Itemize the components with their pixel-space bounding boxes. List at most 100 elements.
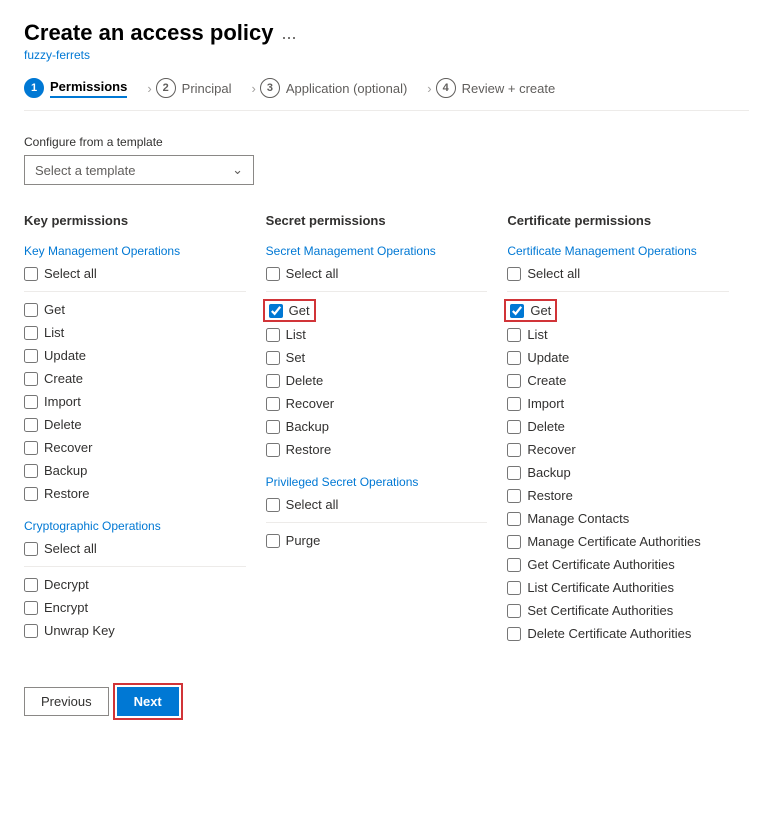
- step-application[interactable]: 3 Application (optional): [260, 78, 423, 98]
- cert-delete-checkbox[interactable]: [507, 420, 521, 434]
- step-principal[interactable]: 2 Principal: [156, 78, 248, 98]
- cert-get-checkbox[interactable]: [510, 304, 524, 318]
- sec-set-row: Set: [266, 348, 488, 367]
- cert-manage-ca-row: Manage Certificate Authorities: [507, 532, 729, 551]
- cert-create-label[interactable]: Create: [527, 373, 566, 388]
- cert-manage-contacts-checkbox[interactable]: [507, 512, 521, 526]
- sec-select-all-label[interactable]: Select all: [286, 266, 339, 281]
- sec-backup-checkbox[interactable]: [266, 420, 280, 434]
- cert-update-checkbox[interactable]: [507, 351, 521, 365]
- sec-recover-checkbox[interactable]: [266, 397, 280, 411]
- step-sep-3: ›: [427, 81, 431, 96]
- sec-select-all-checkbox[interactable]: [266, 267, 280, 281]
- cert-create-checkbox[interactable]: [507, 374, 521, 388]
- key-recover-row: Recover: [24, 438, 246, 457]
- sec-backup-label[interactable]: Backup: [286, 419, 329, 434]
- sec-set-checkbox[interactable]: [266, 351, 280, 365]
- cert-import-label[interactable]: Import: [527, 396, 564, 411]
- key-backup-checkbox[interactable]: [24, 464, 38, 478]
- sec-delete-label[interactable]: Delete: [286, 373, 324, 388]
- cert-restore-row: Restore: [507, 486, 729, 505]
- more-options-icon[interactable]: ...: [281, 23, 296, 44]
- cert-manage-ca-checkbox[interactable]: [507, 535, 521, 549]
- cert-restore-label[interactable]: Restore: [527, 488, 573, 503]
- key-import-label[interactable]: Import: [44, 394, 81, 409]
- cert-set-ca-checkbox[interactable]: [507, 604, 521, 618]
- key-crypto-select-all-label[interactable]: Select all: [44, 541, 97, 556]
- cert-update-label[interactable]: Update: [527, 350, 569, 365]
- template-placeholder: Select a template: [35, 163, 135, 178]
- key-crypto-select-all-checkbox[interactable]: [24, 542, 38, 556]
- cert-backup-checkbox[interactable]: [507, 466, 521, 480]
- key-decrypt-checkbox[interactable]: [24, 578, 38, 592]
- cert-set-ca-label[interactable]: Set Certificate Authorities: [527, 603, 673, 618]
- breadcrumb[interactable]: fuzzy-ferrets: [24, 48, 749, 62]
- sec-purge-label[interactable]: Purge: [286, 533, 321, 548]
- cert-list-ca-label[interactable]: List Certificate Authorities: [527, 580, 674, 595]
- sec-list-label[interactable]: List: [286, 327, 306, 342]
- key-create-checkbox[interactable]: [24, 372, 38, 386]
- key-recover-label[interactable]: Recover: [44, 440, 92, 455]
- next-button[interactable]: Next: [117, 687, 179, 716]
- step-review[interactable]: 4 Review + create: [436, 78, 572, 98]
- key-restore-label[interactable]: Restore: [44, 486, 90, 501]
- cert-manage-ca-label[interactable]: Manage Certificate Authorities: [527, 534, 700, 549]
- sec-delete-checkbox[interactable]: [266, 374, 280, 388]
- key-update-label[interactable]: Update: [44, 348, 86, 363]
- sec-set-label[interactable]: Set: [286, 350, 306, 365]
- cert-restore-checkbox[interactable]: [507, 489, 521, 503]
- sec-get-checkbox[interactable]: [269, 304, 283, 318]
- cert-select-all-label[interactable]: Select all: [527, 266, 580, 281]
- key-delete-label[interactable]: Delete: [44, 417, 82, 432]
- key-encrypt-checkbox[interactable]: [24, 601, 38, 615]
- cert-recover-checkbox[interactable]: [507, 443, 521, 457]
- cert-list-label[interactable]: List: [527, 327, 547, 342]
- key-decrypt-label[interactable]: Decrypt: [44, 577, 89, 592]
- cert-delete-ca-label[interactable]: Delete Certificate Authorities: [527, 626, 691, 641]
- sec-list-checkbox[interactable]: [266, 328, 280, 342]
- key-decrypt-row: Decrypt: [24, 575, 246, 594]
- cert-backup-label[interactable]: Backup: [527, 465, 570, 480]
- key-unwrap-label[interactable]: Unwrap Key: [44, 623, 115, 638]
- cert-get-label[interactable]: Get: [530, 303, 551, 318]
- key-list-checkbox[interactable]: [24, 326, 38, 340]
- cert-manage-contacts-label[interactable]: Manage Contacts: [527, 511, 629, 526]
- key-select-all-label[interactable]: Select all: [44, 266, 97, 281]
- sec-restore-label[interactable]: Restore: [286, 442, 332, 457]
- key-import-checkbox[interactable]: [24, 395, 38, 409]
- key-restore-checkbox[interactable]: [24, 487, 38, 501]
- cert-recover-label[interactable]: Recover: [527, 442, 575, 457]
- key-encrypt-label[interactable]: Encrypt: [44, 600, 88, 615]
- key-update-checkbox[interactable]: [24, 349, 38, 363]
- sec-priv-select-all-label[interactable]: Select all: [286, 497, 339, 512]
- key-delete-checkbox[interactable]: [24, 418, 38, 432]
- previous-button[interactable]: Previous: [24, 687, 109, 716]
- sec-get-row: Get: [266, 300, 488, 321]
- key-unwrap-checkbox[interactable]: [24, 624, 38, 638]
- sec-purge-checkbox[interactable]: [266, 534, 280, 548]
- cert-list-checkbox[interactable]: [507, 328, 521, 342]
- key-restore-row: Restore: [24, 484, 246, 503]
- cert-delete-label[interactable]: Delete: [527, 419, 565, 434]
- cert-select-all-checkbox[interactable]: [507, 267, 521, 281]
- key-get-label[interactable]: Get: [44, 302, 65, 317]
- cert-delete-ca-checkbox[interactable]: [507, 627, 521, 641]
- key-delete-row: Delete: [24, 415, 246, 434]
- sec-restore-checkbox[interactable]: [266, 443, 280, 457]
- sec-get-label[interactable]: Get: [289, 303, 310, 318]
- key-get-checkbox[interactable]: [24, 303, 38, 317]
- key-create-label[interactable]: Create: [44, 371, 83, 386]
- secret-permissions-column: Secret permissions Secret Management Ope…: [266, 209, 508, 647]
- sec-priv-select-all-checkbox[interactable]: [266, 498, 280, 512]
- cert-list-ca-checkbox[interactable]: [507, 581, 521, 595]
- template-dropdown[interactable]: Select a template ⌄: [24, 155, 254, 185]
- sec-recover-label[interactable]: Recover: [286, 396, 334, 411]
- step-permissions[interactable]: 1 Permissions: [24, 78, 143, 98]
- cert-get-ca-label[interactable]: Get Certificate Authorities: [527, 557, 674, 572]
- key-select-all-checkbox[interactable]: [24, 267, 38, 281]
- key-backup-label[interactable]: Backup: [44, 463, 87, 478]
- cert-import-checkbox[interactable]: [507, 397, 521, 411]
- cert-get-ca-checkbox[interactable]: [507, 558, 521, 572]
- key-list-label[interactable]: List: [44, 325, 64, 340]
- key-recover-checkbox[interactable]: [24, 441, 38, 455]
